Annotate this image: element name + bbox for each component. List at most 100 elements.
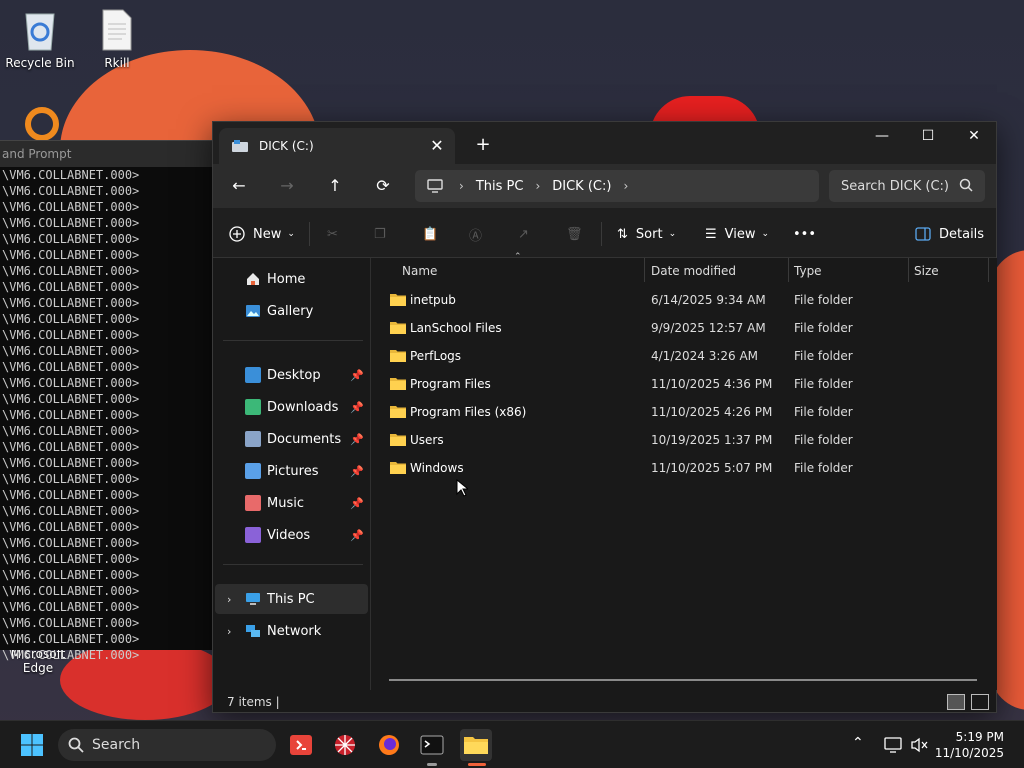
file-row[interactable]: Users 10/19/2025 1:37 PM File folder — [388, 426, 988, 454]
globe-icon — [335, 735, 355, 755]
pin-icon[interactable]: 📌 — [350, 497, 364, 510]
folder-icon — [390, 434, 406, 446]
navigation-pane: Home Gallery Desktop 📌 Downloads 📌 Documents… — [213, 258, 371, 690]
nav-label: Home — [267, 271, 306, 287]
chevron-right-icon[interactable]: › — [459, 179, 464, 193]
nav-desktop[interactable]: Desktop 📌 — [215, 360, 368, 390]
show-hidden-icons-button[interactable]: ⌃ — [852, 735, 864, 751]
pin-icon[interactable]: 📌 — [350, 529, 364, 542]
details-view-button[interactable] — [947, 694, 965, 710]
view-button[interactable]: ☰ View ⌄ — [705, 221, 769, 247]
forward-button[interactable]: → — [269, 170, 305, 202]
clock-time: 5:19 PM — [955, 730, 1004, 744]
cmd-line: \VM6.COLLABNET.000> — [2, 264, 140, 278]
chevron-right-icon[interactable]: › — [623, 179, 628, 193]
system-clock[interactable]: 5:19 PM 11/10/2025 — [935, 729, 1004, 761]
paste-button[interactable]: 📋 — [422, 221, 438, 247]
desktop-icon-edge[interactable] — [0, 106, 80, 142]
search-box[interactable]: Search DICK (C:) — [829, 170, 985, 202]
file-date: 6/14/2025 9:34 AM — [651, 293, 766, 307]
nav-pictures[interactable]: Pictures 📌 — [215, 456, 368, 486]
file-date: 11/10/2025 4:26 PM — [651, 405, 773, 419]
pin-icon[interactable]: 📌 — [350, 433, 364, 446]
cmd-line: \VM6.COLLABNET.000> — [2, 376, 140, 390]
tab-drive[interactable]: DICK (C:) ✕ — [219, 128, 455, 164]
more-options-button[interactable]: ••• — [793, 221, 816, 247]
close-tab-icon[interactable]: ✕ — [425, 134, 449, 158]
column-divider[interactable] — [908, 258, 909, 282]
chevron-down-icon: ⌄ — [668, 229, 677, 239]
volume-muted-icon[interactable] — [910, 737, 928, 753]
cmd-line: \VM6.COLLABNET.000> — [2, 248, 140, 262]
expand-chevron-icon[interactable]: › — [227, 593, 231, 606]
taskbar-app-terminal[interactable] — [416, 729, 448, 761]
nav-network[interactable]: › Network — [215, 616, 368, 646]
file-name: inetpub — [410, 293, 456, 307]
cmd-title: and Prompt — [0, 141, 214, 167]
folder-icon — [390, 294, 406, 306]
up-button[interactable]: ↑ — [317, 170, 353, 202]
column-divider[interactable] — [788, 258, 789, 282]
column-header-date[interactable]: Date modified — [651, 258, 736, 284]
search-label: Search — [92, 737, 141, 753]
details-button[interactable]: Details — [915, 221, 984, 247]
new-button[interactable]: New ⌄ — [229, 221, 295, 247]
breadcrumb-drive[interactable]: DICK (C:) — [552, 179, 611, 194]
tiles-view-button[interactable] — [971, 694, 989, 710]
file-row[interactable]: Windows 11/10/2025 5:07 PM File folder — [388, 454, 988, 482]
file-row[interactable]: PerfLogs 4/1/2024 3:26 AM File folder — [388, 342, 988, 370]
cmd-line: \VM6.COLLABNET.000> — [2, 312, 140, 326]
command-prompt-window[interactable]: and Prompt \VM6.COLLABNET.000> \VM6.COLLA… — [0, 140, 214, 662]
column-header-name[interactable]: Name — [402, 258, 437, 284]
taskbar-app-firefox[interactable] — [373, 729, 405, 761]
taskbar-app-file-explorer[interactable] — [460, 729, 492, 761]
cut-button[interactable]: ✂ — [327, 221, 338, 247]
column-header-size[interactable]: Size — [914, 258, 939, 284]
file-type: File folder — [794, 377, 853, 391]
new-tab-button[interactable]: + — [471, 134, 495, 158]
start-button[interactable] — [16, 729, 48, 761]
file-row[interactable]: Program Files 11/10/2025 4:36 PM File fold… — [388, 370, 988, 398]
delete-button[interactable]: 🗑 — [566, 221, 583, 247]
file-row[interactable]: inetpub 6/14/2025 9:34 AM File folder — [388, 286, 988, 314]
nav-home[interactable]: Home — [215, 264, 368, 294]
expand-chevron-icon[interactable]: › — [227, 625, 231, 638]
share-button[interactable]: ↗ — [518, 221, 529, 247]
nav-videos[interactable]: Videos 📌 — [215, 520, 368, 550]
display-icon[interactable] — [884, 737, 902, 753]
nav-gallery[interactable]: Gallery — [215, 296, 368, 326]
maximize-button[interactable]: ☐ — [905, 122, 951, 152]
tab-bar: DICK (C:) ✕ + — ☐ ✕ — [213, 122, 996, 164]
pin-icon[interactable]: 📌 — [350, 369, 364, 382]
desktop-icon-rkill[interactable]: Rkill — [77, 8, 157, 70]
cmd-line: \VM6.COLLABNET.000> — [2, 648, 140, 662]
file-row[interactable]: Program Files (x86) 11/10/2025 4:26 PM Fil… — [388, 398, 988, 426]
pin-icon[interactable]: 📌 — [350, 401, 364, 414]
minimize-button[interactable]: — — [859, 122, 905, 152]
edge-icon — [25, 107, 59, 141]
column-divider[interactable] — [988, 258, 989, 282]
taskbar-search[interactable]: Search — [58, 729, 276, 761]
copy-button[interactable]: ❐ — [374, 221, 386, 247]
file-explorer-window[interactable]: DICK (C:) ✕ + — ☐ ✕ ← → ↑ ⟳ › This PC › … — [212, 121, 997, 713]
pin-icon[interactable]: 📌 — [350, 465, 364, 478]
nav-downloads[interactable]: Downloads 📌 — [215, 392, 368, 422]
taskbar-app-remote[interactable] — [285, 729, 317, 761]
refresh-button[interactable]: ⟳ — [365, 170, 401, 202]
column-header-type[interactable]: Type — [794, 258, 822, 284]
nav-this-pc[interactable]: › This PC — [215, 584, 368, 614]
breadcrumb-this-pc[interactable]: This PC — [476, 179, 524, 194]
file-row[interactable]: LanSchool Files 9/9/2025 12:57 AM File fol… — [388, 314, 988, 342]
horizontal-scrollbar[interactable] — [389, 679, 977, 681]
taskbar-app-network-tool[interactable] — [329, 729, 361, 761]
desktop-icon-recycle-bin[interactable]: Recycle Bin — [0, 8, 80, 70]
nav-documents[interactable]: Documents 📌 — [215, 424, 368, 454]
close-button[interactable]: ✕ — [951, 122, 997, 152]
column-divider[interactable] — [644, 258, 645, 282]
back-button[interactable]: ← — [221, 170, 257, 202]
rename-button[interactable]: Ⓐ — [469, 221, 482, 247]
sort-button[interactable]: ⇅ Sort ⌄ — [617, 221, 676, 247]
address-bar[interactable]: › This PC › DICK (C:) › — [415, 170, 819, 202]
nav-music[interactable]: Music 📌 — [215, 488, 368, 518]
chevron-right-icon[interactable]: › — [535, 179, 540, 193]
